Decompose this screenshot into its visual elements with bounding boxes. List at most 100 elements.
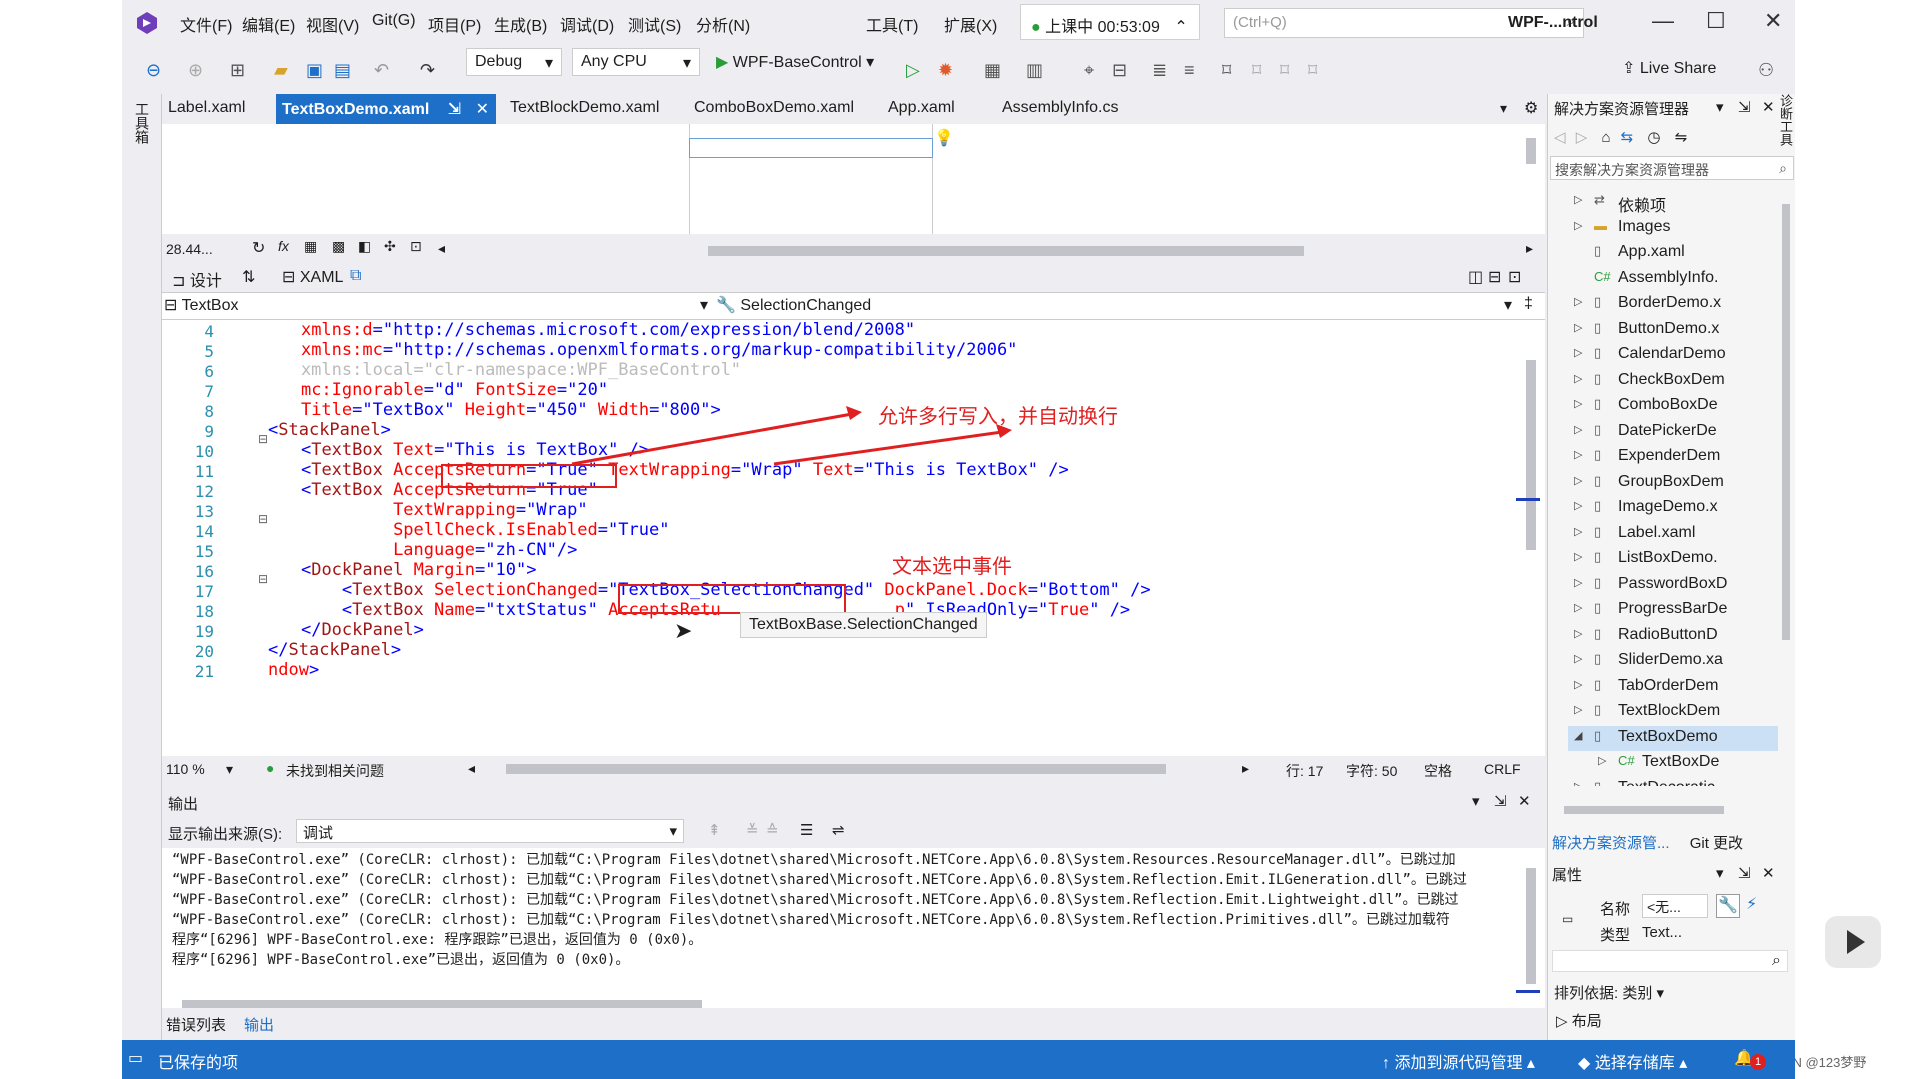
- selected-textbox-preview[interactable]: [689, 138, 933, 158]
- close-icon[interactable]: ✕: [1762, 864, 1775, 882]
- output-scrollbar-v[interactable]: [1526, 868, 1536, 984]
- config-select[interactable]: Debug ▾: [466, 48, 562, 76]
- switch-views-icon[interactable]: ⇆: [1621, 129, 1634, 146]
- menu-extensions[interactable]: 扩展(X): [944, 12, 997, 36]
- tree-item[interactable]: ▷ ▬ Images: [1568, 216, 1778, 241]
- collapsed-arrow-icon[interactable]: ▷: [1574, 423, 1582, 436]
- hot-reload-icon[interactable]: ✹: [938, 60, 953, 81]
- menu-file[interactable]: 文件(F): [180, 12, 232, 36]
- collapsed-arrow-icon[interactable]: ▷: [1574, 576, 1582, 589]
- tree-item[interactable]: ▷ C# TextBoxDe: [1568, 751, 1778, 776]
- next-bookmark-icon[interactable]: ⌑: [1280, 60, 1289, 81]
- close-tab-icon[interactable]: ✕: [476, 101, 489, 118]
- back-icon[interactable]: ⊖: [146, 60, 161, 81]
- menu-git[interactable]: Git(G): [372, 12, 416, 30]
- tab-app-xaml[interactable]: App.xaml: [882, 94, 961, 124]
- close-icon[interactable]: ✕: [1764, 8, 1782, 34]
- select-icon[interactable]: ⌖: [1084, 60, 1094, 81]
- clear-all-icon[interactable]: ☰: [800, 821, 813, 839]
- prev-message-icon[interactable]: ≚: [746, 821, 759, 839]
- refresh-icon[interactable]: ↻: [252, 238, 265, 258]
- tree-item[interactable]: ▷ ▯ ImageDemo.x: [1568, 496, 1778, 521]
- vertical-split-icon[interactable]: ◫: [1468, 267, 1483, 287]
- tree-item[interactable]: ▷ ▯ ListBoxDemo.: [1568, 547, 1778, 572]
- select-repository[interactable]: ◆ 选择存储库 ▴: [1578, 1049, 1687, 1073]
- xaml-code-editor[interactable]: 4 xmlns:d="http://schemas.microsoft.com/…: [162, 320, 1545, 756]
- tree-item[interactable]: ▷ ▯ TabOrderDem: [1568, 675, 1778, 700]
- gear-icon[interactable]: ⚙: [1524, 98, 1538, 118]
- platform-select[interactable]: Any CPU ▾: [572, 48, 700, 76]
- live-status-badge[interactable]: ● 上课中 00:53:09 ⌃: [1020, 4, 1200, 40]
- tree-item[interactable]: C# AssemblyInfo.: [1568, 267, 1778, 292]
- lightbulb-icon[interactable]: 💡: [934, 128, 954, 148]
- tab-textboxdemo-xaml[interactable]: TextBoxDemo.xaml ⇲ ✕: [276, 94, 496, 124]
- tree-item[interactable]: ▷ ▯ SliderDemo.xa: [1568, 649, 1778, 674]
- designer-scrollbar-v[interactable]: [1526, 138, 1536, 164]
- menu-test[interactable]: 测试(S): [628, 12, 681, 36]
- menu-build[interactable]: 生成(B): [494, 12, 547, 36]
- collapsed-arrow-icon[interactable]: ▷: [1574, 627, 1582, 640]
- tree-item[interactable]: ▷ ▯ GroupBoxDem: [1568, 471, 1778, 496]
- tab-overflow-icon[interactable]: ▾: [1500, 100, 1507, 117]
- xaml-tab[interactable]: ⊟ XAML: [282, 267, 343, 287]
- next-message-icon[interactable]: ≙: [766, 821, 779, 839]
- element-dropdown[interactable]: ⊟ TextBox ▾: [164, 295, 712, 317]
- designer-zoom[interactable]: 28.44...: [166, 241, 213, 257]
- scroll-right-icon[interactable]: ▸: [1242, 760, 1249, 777]
- collapsed-arrow-icon[interactable]: ▷: [1574, 780, 1582, 787]
- chevron-down-icon[interactable]: ▾: [1716, 864, 1724, 882]
- collapse-pane-icon[interactable]: ⊡: [1508, 267, 1521, 287]
- split-editor-icon[interactable]: ‡: [1524, 295, 1533, 313]
- output-source-select[interactable]: 调试 ▾: [296, 819, 684, 843]
- tree-item[interactable]: ▷ ⇄ 依赖项: [1568, 190, 1778, 215]
- start-without-debug-icon[interactable]: ▷: [906, 60, 920, 81]
- tab-error-list[interactable]: 错误列表: [166, 1014, 226, 1035]
- scroll-left-icon[interactable]: ◂: [438, 240, 445, 257]
- chevron-down-icon[interactable]: ▾: [1716, 98, 1724, 116]
- menu-edit[interactable]: 编辑(E): [242, 12, 295, 36]
- bookmark-icon[interactable]: ⌑: [1222, 60, 1231, 81]
- collapsed-arrow-icon[interactable]: ▷: [1574, 346, 1582, 359]
- collapsed-arrow-icon[interactable]: ▷: [1574, 499, 1582, 512]
- tree-item[interactable]: ▷ ▯ TextDecoratic: [1568, 777, 1778, 787]
- tree-item[interactable]: ▯ App.xaml: [1568, 241, 1778, 266]
- collapsed-arrow-icon[interactable]: ▷: [1574, 474, 1582, 487]
- explorer-scrollbar-h[interactable]: [1564, 806, 1724, 814]
- tree-item[interactable]: ▷ ▯ PasswordBoxD: [1568, 573, 1778, 598]
- explorer-scrollbar-v[interactable]: [1782, 204, 1790, 640]
- save-icon[interactable]: ▣: [306, 60, 323, 81]
- outdent-icon[interactable]: ≡: [1184, 60, 1195, 81]
- add-to-source-control[interactable]: ↑ 添加到源代码管理 ▴: [1382, 1049, 1535, 1073]
- tree-item[interactable]: ▷ ▯ ButtonDemo.x: [1568, 318, 1778, 343]
- tree-item[interactable]: ◢ ▯ TextBoxDemo: [1568, 725, 1778, 751]
- collapsed-arrow-icon[interactable]: ▷: [1574, 372, 1582, 385]
- tab-comboboxdemo-xaml[interactable]: ComboBoxDemo.xaml: [688, 94, 860, 124]
- name-input[interactable]: <无...: [1642, 894, 1708, 918]
- chevron-down-icon[interactable]: ▾: [226, 761, 233, 778]
- snap-grid-icon[interactable]: ▩: [332, 238, 345, 255]
- maximize-icon[interactable]: ☐: [1706, 8, 1726, 34]
- tab-output[interactable]: 输出: [244, 1014, 274, 1035]
- chevron-down-icon[interactable]: ▾: [1472, 792, 1480, 810]
- whitespace-mode[interactable]: 空格: [1424, 761, 1452, 781]
- expanded-arrow-icon[interactable]: ◢: [1574, 729, 1582, 742]
- issues-status[interactable]: 未找到相关问题: [286, 761, 384, 781]
- horizontal-split-icon[interactable]: ⊟: [1488, 267, 1501, 287]
- tree-item[interactable]: ▷ ▯ ProgressBarDe: [1568, 598, 1778, 623]
- redo-icon[interactable]: ↷: [420, 60, 435, 81]
- category-layout[interactable]: ▷ 布局: [1556, 1010, 1602, 1031]
- forward-icon[interactable]: ⊕: [188, 60, 203, 81]
- collapsed-arrow-icon[interactable]: ▷: [1574, 295, 1582, 308]
- tree-item[interactable]: ▷ ▯ DatePickerDe: [1568, 420, 1778, 445]
- prev-bookmark-icon[interactable]: ⌑: [1252, 60, 1261, 81]
- designer-scrollbar-h[interactable]: [708, 246, 1304, 256]
- scroll-left-icon[interactable]: ◂: [468, 760, 475, 777]
- forward-icon[interactable]: ▷: [1576, 129, 1588, 146]
- video-play-icon[interactable]: [1825, 916, 1881, 968]
- browse-icon[interactable]: ▦: [984, 60, 1001, 81]
- collapsed-arrow-icon[interactable]: ▷: [1574, 219, 1582, 232]
- account-icon[interactable]: ⚇: [1758, 60, 1774, 81]
- menu-debug[interactable]: 调试(D): [560, 12, 614, 36]
- artboard-icon[interactable]: ◧: [358, 238, 371, 255]
- editor-zoom[interactable]: 110 %: [166, 761, 205, 777]
